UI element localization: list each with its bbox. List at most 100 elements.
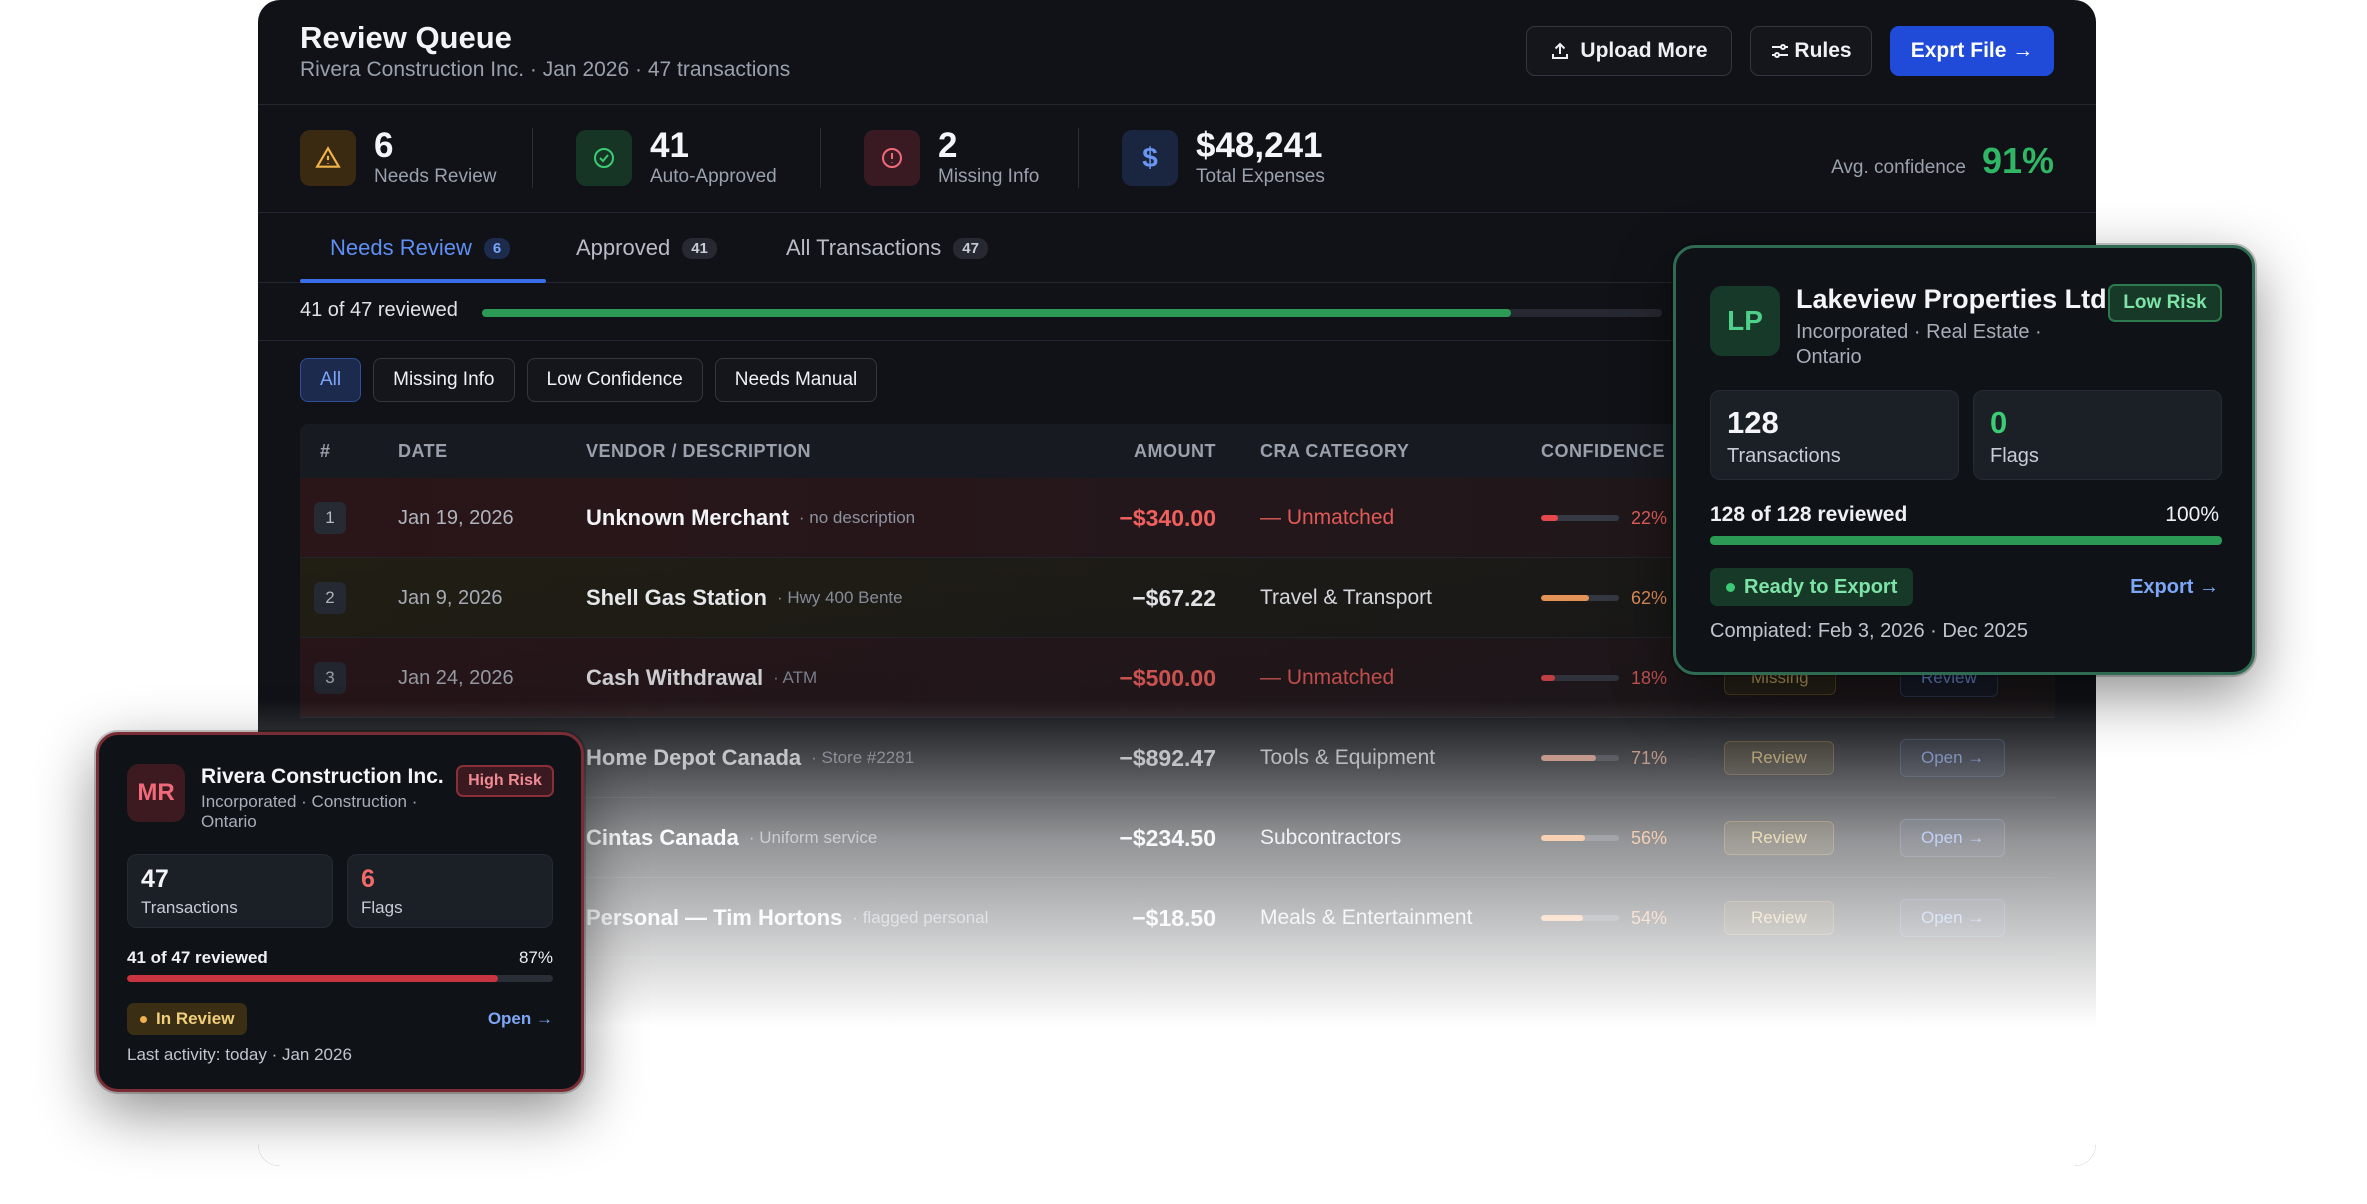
confidence-bar-track xyxy=(1541,835,1619,841)
mini-label: Flags xyxy=(361,898,403,917)
row-amount: −$340.00 xyxy=(1119,504,1216,531)
row-category: Meals & Entertainment xyxy=(1260,906,1473,929)
tab-needs-review[interactable]: Needs Review 6 xyxy=(330,213,511,283)
row-action-button[interactable]: Open → xyxy=(1900,819,2006,857)
tab-approved[interactable]: Approved 41 xyxy=(576,213,717,283)
confidence-bar-fill xyxy=(1541,675,1556,681)
rules-button[interactable]: Rules xyxy=(1750,26,1872,76)
card-footer: Last activity: today · Jan 2026 xyxy=(127,1045,352,1064)
tab-count: 6 xyxy=(483,237,511,259)
row-action-button[interactable]: Open → xyxy=(1900,899,2006,937)
warning-icon xyxy=(300,130,356,186)
client-meta: Incorporated · Real Estate · Ontario xyxy=(1796,321,2042,368)
row-status-cell: Review xyxy=(1724,798,1834,878)
row-description: · ATM xyxy=(773,668,818,687)
avg-confidence-value: 91% xyxy=(1981,140,2054,181)
risk-badge: High Risk xyxy=(456,765,554,797)
client-name: Rivera Construction Inc. xyxy=(201,765,444,788)
row-confidence: 18% xyxy=(1631,667,1668,688)
row-confidence: 54% xyxy=(1631,907,1668,928)
stat-transactions: 47 Transactions xyxy=(127,854,333,928)
confidence-bar-fill xyxy=(1541,595,1590,601)
stat-transactions: 128 Transactions xyxy=(1710,390,1959,480)
card-progress-track xyxy=(1710,536,2222,545)
avatar: MR xyxy=(127,764,185,822)
row-amount: −$234.50 xyxy=(1119,824,1216,851)
avatar: LP xyxy=(1710,286,1780,356)
review-progress-track xyxy=(482,309,1662,317)
row-vendor-cell: Cintas Canada · Uniform service xyxy=(586,798,877,878)
status-label: Ready to Export xyxy=(1744,575,1898,598)
tab-label: Approved xyxy=(576,235,671,260)
row-description: · Store #2281 xyxy=(811,748,915,767)
risk-badge: Low Risk xyxy=(2108,284,2222,322)
row-date: Jan 24, 2026 xyxy=(398,666,514,689)
row-status-badge: Review xyxy=(1724,901,1834,935)
client-card-lakeview[interactable]: LP Lakeview Properties Ltd. Incorporated… xyxy=(1673,245,2255,675)
status-dot xyxy=(1726,582,1735,592)
divider xyxy=(1078,128,1079,188)
row-vendor-cell: Personal — Tim Hortons · flagged personal xyxy=(586,878,988,958)
page-subtitle: Rivera Construction Inc. · Jan 2026 · 47… xyxy=(300,58,791,81)
tab-all-transactions[interactable]: All Transactions 47 xyxy=(786,213,988,283)
confidence-bar-fill xyxy=(1541,755,1597,761)
row-confidence-cell: 62% xyxy=(1541,558,1667,638)
row-vendor: Cash Withdrawal xyxy=(586,665,764,690)
row-vendor: Cintas Canada xyxy=(586,825,739,850)
card-progress-percent: 100% xyxy=(2165,503,2219,526)
status-dot xyxy=(140,1015,147,1023)
card-progress-fill xyxy=(127,975,498,982)
status-label: In Review xyxy=(156,1009,235,1028)
column-header: AMOUNT xyxy=(1134,441,1216,461)
stat-value: $48,241 xyxy=(1196,126,1323,165)
confidence-bar-track xyxy=(1541,595,1619,601)
status-badge: Ready to Export xyxy=(1710,568,1914,606)
row-date: Jan 9, 2026 xyxy=(398,586,503,609)
confidence-bar-fill xyxy=(1541,515,1559,521)
confidence-bar-fill xyxy=(1541,915,1584,921)
stat-label: Auto-Approved xyxy=(650,166,777,187)
tab-count: 47 xyxy=(953,237,988,259)
stats-bar: 6 Needs Review 41 Auto-Approved 2 Missin… xyxy=(258,106,2096,213)
filter-low-confidence[interactable]: Low Confidence xyxy=(526,358,703,402)
row-confidence: 22% xyxy=(1631,507,1668,528)
export-link[interactable]: Export → xyxy=(2130,576,2219,599)
filter-needs-manual[interactable]: Needs Manual xyxy=(714,358,878,402)
row-status-cell: Review xyxy=(1724,718,1834,798)
upload-more-button[interactable]: Upload More xyxy=(1526,26,1732,76)
filter-all[interactable]: All xyxy=(300,358,362,402)
row-action-cell: Open → xyxy=(1900,878,2006,958)
stat-label: Total Expenses xyxy=(1196,166,1325,187)
row-category: Tools & Equipment xyxy=(1260,746,1436,769)
confidence-bar-track xyxy=(1541,675,1619,681)
row-action-cell: Open → xyxy=(1900,798,2006,878)
dollar-icon: $ xyxy=(1122,130,1178,186)
row-vendor-cell: Shell Gas Station · Hwy 400 Bente xyxy=(586,558,903,638)
mini-label: Transactions xyxy=(1727,445,1841,467)
header: Review Queue Rivera Construction Inc. · … xyxy=(258,0,2096,105)
confidence-bar-fill xyxy=(1541,835,1585,841)
stat-flags: 6 Flags xyxy=(347,854,553,928)
column-header: VENDOR / DESCRIPTION xyxy=(586,441,812,461)
open-link[interactable]: Open → xyxy=(488,1009,553,1029)
row-date: Jan 19, 2026 xyxy=(398,506,514,529)
page-title: Review Queue xyxy=(300,20,512,55)
row-action-button[interactable]: Open → xyxy=(1900,739,2006,777)
tab-count: 41 xyxy=(682,237,717,259)
client-card-rivera[interactable]: MR Rivera Construction Inc. Incorporated… xyxy=(96,732,584,1092)
row-confidence-cell: 18% xyxy=(1541,638,1667,718)
filter-chips: All Missing Info Low Confidence Needs Ma… xyxy=(300,358,878,402)
card-progress-label: 128 of 128 reviewed xyxy=(1710,503,1908,526)
stat-value: 41 xyxy=(650,126,689,165)
row-category: Subcontractors xyxy=(1260,826,1402,849)
export-file-button[interactable]: Exprt File → xyxy=(1890,26,2054,76)
mini-value: 47 xyxy=(141,865,169,893)
row-confidence-cell: 54% xyxy=(1541,878,1667,958)
row-amount: −$500.00 xyxy=(1119,664,1216,691)
stat-total-expenses: $ $48,241 Total Expenses xyxy=(1122,128,1325,188)
rules-label: Rules xyxy=(1794,39,1852,62)
row-action-cell: Open → xyxy=(1900,718,2006,798)
row-status-cell: Review xyxy=(1724,878,1834,958)
confidence-bar-track xyxy=(1541,915,1619,921)
filter-missing-info[interactable]: Missing Info xyxy=(373,358,515,402)
